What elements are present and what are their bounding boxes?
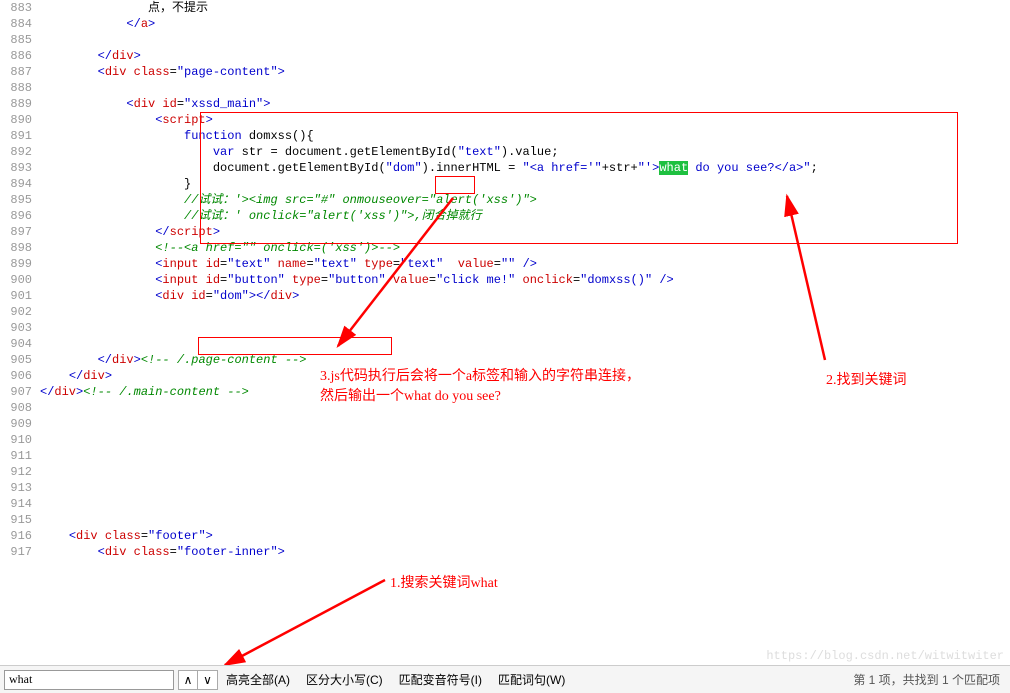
code-line[interactable] <box>40 416 1010 432</box>
code-line[interactable]: } <box>40 176 1010 192</box>
line-number: 908 <box>0 400 32 416</box>
line-number: 914 <box>0 496 32 512</box>
line-number: 916 <box>0 528 32 544</box>
match-case-option[interactable]: 区分大小写(C) <box>306 671 383 688</box>
find-prev-button[interactable]: ∧ <box>178 670 198 690</box>
annotation-3-line1: 3.js代码执行后会将一个a标签和输入的字符串连接， <box>320 365 640 385</box>
code-line[interactable]: function domxss(){ <box>40 128 1010 144</box>
find-status: 第 1 项，共找到 1 个匹配项 <box>853 671 1000 688</box>
line-number: 915 <box>0 512 32 528</box>
line-number: 884 <box>0 16 32 32</box>
line-number: 888 <box>0 80 32 96</box>
code-line[interactable] <box>40 448 1010 464</box>
highlight-all-option[interactable]: 高亮全部(A) <box>226 671 290 688</box>
line-number: 891 <box>0 128 32 144</box>
code-line[interactable]: </a> <box>40 16 1010 32</box>
find-bar: ∧ ∨ 高亮全部(A) 区分大小写(C) 匹配变音符号(I) 匹配词句(W) 第… <box>0 665 1010 693</box>
code-line[interactable]: //试试：'><img src="#" onmouseover="alert('… <box>40 192 1010 208</box>
line-number: 887 <box>0 64 32 80</box>
line-number: 910 <box>0 432 32 448</box>
code-line[interactable]: var str = document.getElementById("text"… <box>40 144 1010 160</box>
line-number: 893 <box>0 160 32 176</box>
code-area[interactable]: 点，不提示 </a> </div> <div class="page-conte… <box>40 0 1010 665</box>
code-line[interactable] <box>40 464 1010 480</box>
code-line[interactable] <box>40 32 1010 48</box>
code-line[interactable] <box>40 304 1010 320</box>
find-next-button[interactable]: ∨ <box>198 670 218 690</box>
line-number: 906 <box>0 368 32 384</box>
code-line[interactable]: <div class="footer-inner"> <box>40 544 1010 560</box>
line-number: 895 <box>0 192 32 208</box>
line-number: 911 <box>0 448 32 464</box>
line-number: 889 <box>0 96 32 112</box>
annotation-3-line2: 然后输出一个what do you see? <box>320 385 501 405</box>
search-input[interactable] <box>4 670 174 690</box>
code-line[interactable]: <div class="footer"> <box>40 528 1010 544</box>
code-editor: 8838848858868878888898908918928938948958… <box>0 0 1010 665</box>
chevron-down-icon: ∨ <box>203 673 212 687</box>
code-line[interactable]: <!--<a href="" onclick=('xss')>--> <box>40 240 1010 256</box>
line-number: 900 <box>0 272 32 288</box>
line-number: 897 <box>0 224 32 240</box>
code-line[interactable] <box>40 336 1010 352</box>
line-number: 903 <box>0 320 32 336</box>
code-line[interactable] <box>40 432 1010 448</box>
line-number: 892 <box>0 144 32 160</box>
code-line[interactable]: 点，不提示 <box>40 0 1010 16</box>
code-line[interactable]: </script> <box>40 224 1010 240</box>
chevron-up-icon: ∧ <box>184 673 193 687</box>
line-number: 890 <box>0 112 32 128</box>
code-line[interactable] <box>40 512 1010 528</box>
code-line[interactable]: //试试：' onclick="alert('xss')">,闭合掉就行 <box>40 208 1010 224</box>
line-number: 905 <box>0 352 32 368</box>
code-line[interactable]: <script> <box>40 112 1010 128</box>
line-number: 912 <box>0 464 32 480</box>
code-line[interactable] <box>40 320 1010 336</box>
code-line[interactable] <box>40 480 1010 496</box>
line-number: 896 <box>0 208 32 224</box>
watermark: https://blog.csdn.net/witwitwiter <box>766 649 1004 663</box>
line-number: 885 <box>0 32 32 48</box>
line-number: 917 <box>0 544 32 560</box>
line-number: 883 <box>0 0 32 16</box>
code-line[interactable] <box>40 400 1010 416</box>
line-number: 904 <box>0 336 32 352</box>
code-line[interactable] <box>40 496 1010 512</box>
line-number: 899 <box>0 256 32 272</box>
code-line[interactable]: </div> <box>40 48 1010 64</box>
line-number-gutter: 8838848858868878888898908918928938948958… <box>0 0 40 665</box>
code-line[interactable]: <div id="xssd_main"> <box>40 96 1010 112</box>
annotation-1: 1.搜索关键词what <box>390 572 498 592</box>
line-number: 902 <box>0 304 32 320</box>
line-number: 907 <box>0 384 32 400</box>
whole-words-option[interactable]: 匹配词句(W) <box>498 671 565 688</box>
code-line[interactable]: <input id="text" name="text" type="text"… <box>40 256 1010 272</box>
code-line[interactable]: <div class="page-content"> <box>40 64 1010 80</box>
line-number: 913 <box>0 480 32 496</box>
annotation-2: 2.找到关键词 <box>826 369 907 389</box>
code-line[interactable]: <input id="button" type="button" value="… <box>40 272 1010 288</box>
diacritics-option[interactable]: 匹配变音符号(I) <box>399 671 482 688</box>
code-line[interactable]: document.getElementById("dom").innerHTML… <box>40 160 1010 176</box>
line-number: 886 <box>0 48 32 64</box>
line-number: 894 <box>0 176 32 192</box>
line-number: 901 <box>0 288 32 304</box>
code-line[interactable] <box>40 80 1010 96</box>
code-line[interactable]: <div id="dom"></div> <box>40 288 1010 304</box>
line-number: 909 <box>0 416 32 432</box>
line-number: 898 <box>0 240 32 256</box>
